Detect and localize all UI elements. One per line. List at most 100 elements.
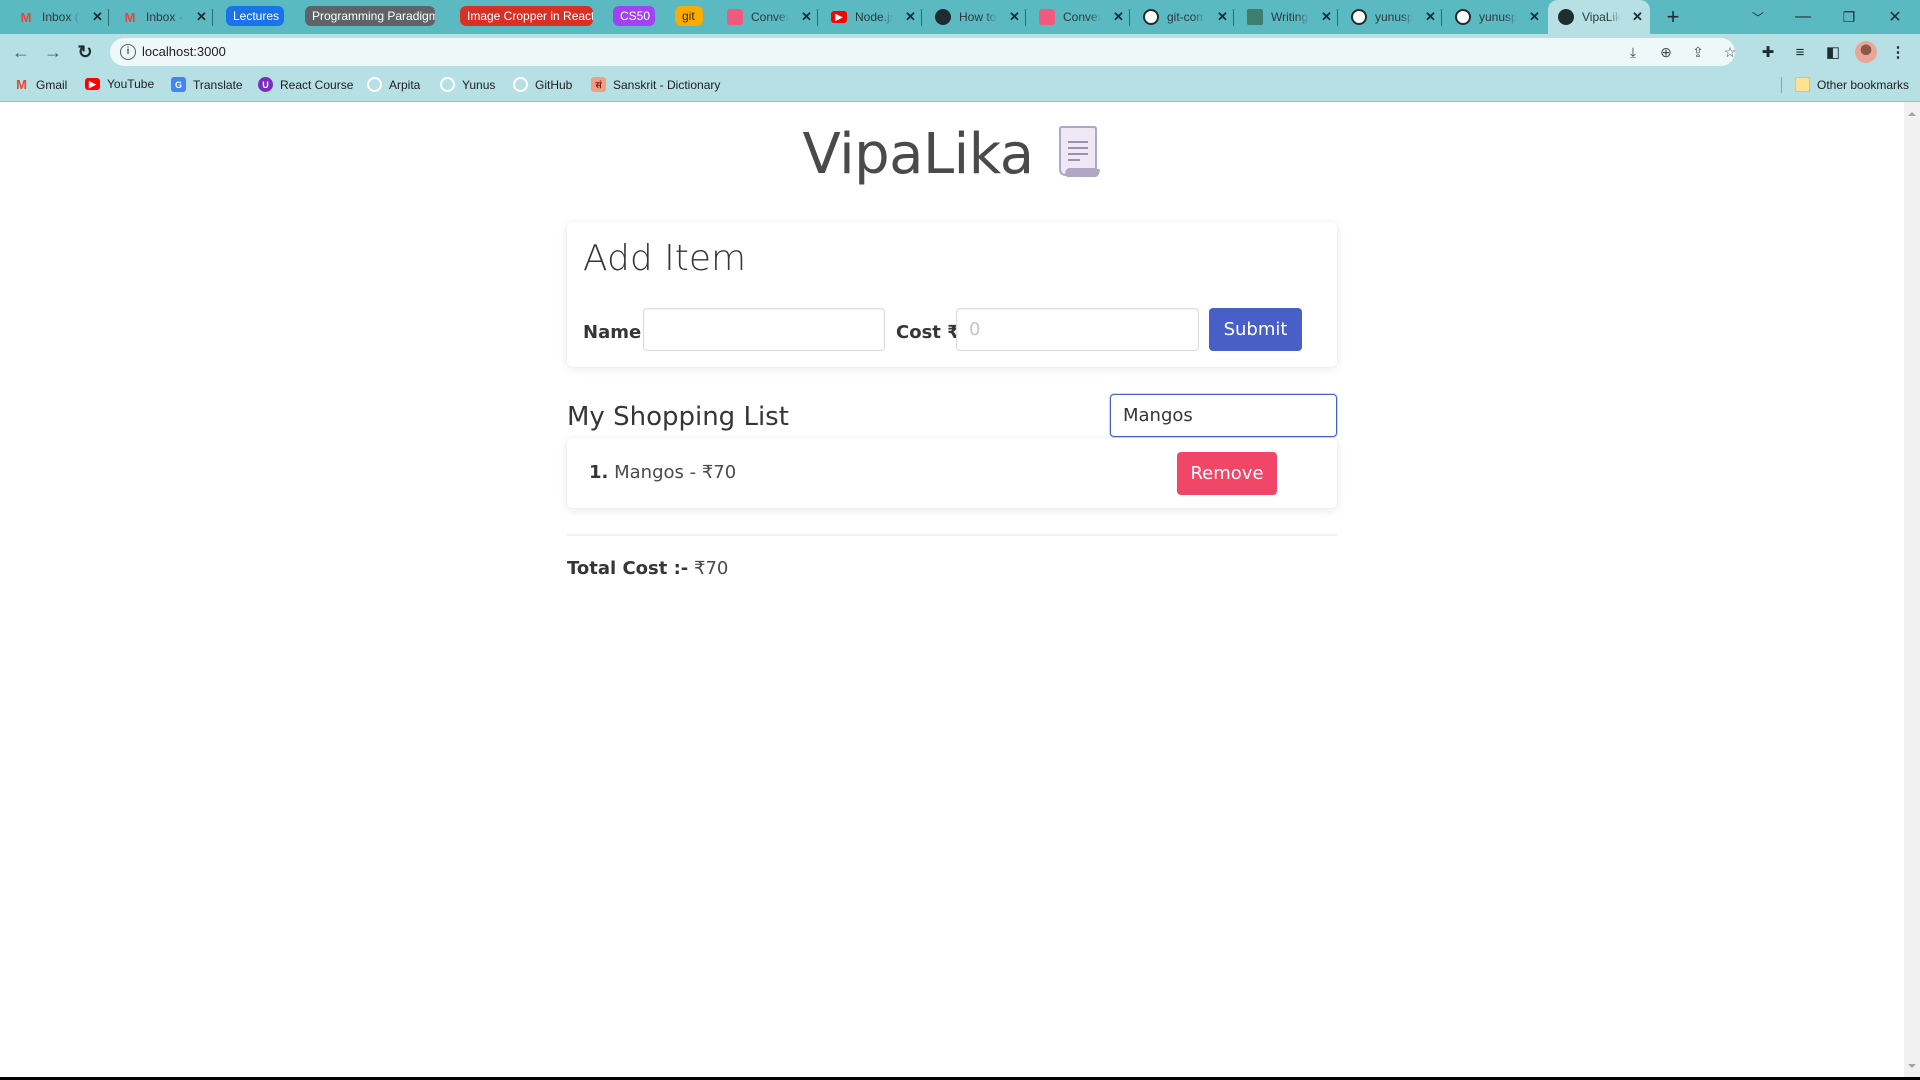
close-tab-icon[interactable]: ✕ <box>196 9 207 25</box>
tab-vipalika-active[interactable]: VipaLika ✕ <box>1548 0 1650 34</box>
tab-conven-2[interactable]: Conven ✕ <box>1039 0 1130 34</box>
close-tab-icon[interactable]: ✕ <box>1632 9 1643 25</box>
name-input[interactable] <box>643 308 885 351</box>
tab-writing[interactable]: Writing ✕ <box>1247 0 1338 34</box>
tab-how-to[interactable]: How to ✕ <box>935 0 1026 34</box>
shopping-list-heading: My Shopping List <box>567 402 789 432</box>
address-toolbar: ← → ↻ i localhost:3000 ⤓ ⊕ ⇪ ☆ ✚ ≡ ◧ ⋮ <box>0 34 1920 69</box>
tab-separator <box>1440 9 1442 26</box>
zoom-icon[interactable]: ⊕ <box>1656 43 1676 61</box>
site-info-icon[interactable]: i <box>120 44 136 60</box>
bookmark-label: GitHub <box>535 77 573 92</box>
bookmark-translate[interactable]: G Translate <box>171 77 243 92</box>
install-app-icon[interactable]: ⤓ <box>1623 43 1643 61</box>
close-tab-icon[interactable]: ✕ <box>1425 9 1436 25</box>
cost-input[interactable] <box>956 308 1199 351</box>
cost-label: Cost ₹ <box>896 322 960 343</box>
restore-button[interactable]: ❐ <box>1826 0 1872 34</box>
tab-group-cs50[interactable]: CS50 <box>613 6 655 26</box>
tab-git-commit[interactable]: git-com ✕ <box>1143 0 1234 34</box>
tab-inbox-1[interactable]: M Inbox (3 ✕ <box>18 0 109 34</box>
bookmarks-separator <box>1781 77 1782 93</box>
tab-inbox-2[interactable]: M Inbox - ✕ <box>122 0 213 34</box>
back-arrow-icon[interactable]: ← <box>10 41 32 63</box>
bookmark-label: React Course <box>280 77 354 92</box>
bookmark-label: Other bookmarks <box>1817 77 1910 92</box>
page-content: VipaLika Add Item Name Cost ₹ Submit My … <box>0 102 1904 1078</box>
bookmark-label: Translate <box>193 77 243 92</box>
tab-search-chevron-icon[interactable]: ﹀ <box>1735 0 1781 34</box>
github-icon <box>1455 9 1471 25</box>
close-tab-icon[interactable]: ✕ <box>1217 9 1228 25</box>
close-tab-icon[interactable]: ✕ <box>1009 9 1020 25</box>
bookmark-youtube[interactable]: ▶ YouTube <box>85 77 154 91</box>
close-window-button[interactable]: ✕ <box>1872 0 1918 34</box>
close-tab-icon[interactable]: ✕ <box>1321 9 1332 25</box>
tab-separator <box>920 9 922 26</box>
url-text[interactable]: localhost:3000 <box>142 44 226 59</box>
tab-separator <box>107 9 109 26</box>
bookmark-react-course[interactable]: U React Course <box>258 77 353 92</box>
close-tab-icon[interactable]: ✕ <box>905 9 916 25</box>
close-tab-icon[interactable]: ✕ <box>1529 9 1540 25</box>
bookmark-gmail[interactable]: M Gmail <box>14 77 67 92</box>
share-icon[interactable]: ⇪ <box>1688 43 1708 61</box>
bookmark-arpita[interactable]: Arpita <box>367 77 420 92</box>
side-panel-icon[interactable]: ◧ <box>1823 42 1843 62</box>
circle-app-icon <box>1039 9 1055 25</box>
close-tab-icon[interactable]: ✕ <box>801 9 812 25</box>
tab-group-lectures[interactable]: Lectures <box>226 6 284 26</box>
tab-separator <box>1024 9 1026 26</box>
tab-yunusp-2[interactable]: yunusp ✕ <box>1455 0 1540 34</box>
folder-icon <box>1795 77 1810 92</box>
new-tab-button[interactable]: + <box>1650 0 1696 34</box>
close-tab-icon[interactable]: ✕ <box>92 9 103 25</box>
tab-group-programming-paradigms[interactable]: Programming Paradigms <box>305 6 435 26</box>
tab-title: VipaLika <box>1582 10 1620 24</box>
translate-icon: G <box>171 77 186 92</box>
bookmark-sanskrit-dictionary[interactable]: सं Sanskrit - Dictionary <box>591 77 720 92</box>
bookmark-yunus[interactable]: Yunus <box>440 77 495 92</box>
tab-yunusp-1[interactable]: yunusp ✕ <box>1351 0 1442 34</box>
bookmark-label: Sanskrit - Dictionary <box>613 77 721 92</box>
app-header: VipaLika <box>0 122 1904 187</box>
tab-nodejs[interactable]: ▶ Node.js ✕ <box>831 0 922 34</box>
search-input[interactable] <box>1110 394 1337 437</box>
bookmark-github[interactable]: GitHub <box>513 77 572 92</box>
scroll-document-icon <box>1056 125 1102 179</box>
tab-title: Inbox (3 <box>42 10 80 24</box>
other-bookmarks[interactable]: Other bookmarks <box>1795 77 1909 92</box>
media-controls-icon[interactable]: ≡ <box>1790 42 1810 62</box>
tab-title: yunusp <box>1375 10 1413 24</box>
course-icon: U <box>258 77 273 92</box>
remove-button[interactable]: Remove <box>1177 452 1277 495</box>
bookmark-label: Gmail <box>36 77 68 92</box>
extensions-puzzle-icon[interactable]: ✚ <box>1758 42 1778 62</box>
tab-separator <box>1232 9 1234 26</box>
bookmark-label: YouTube <box>107 77 155 91</box>
vertical-scrollbar[interactable] <box>1904 102 1920 1078</box>
scroll-up-arrow-icon[interactable] <box>1908 112 1916 116</box>
github-icon <box>513 77 528 92</box>
address-bar[interactable]: i localhost:3000 ⤓ ⊕ ⇪ ☆ <box>110 38 1736 66</box>
app-title: VipaLika <box>802 122 1034 187</box>
forward-arrow-icon[interactable]: → <box>42 41 64 63</box>
tab-group-git[interactable]: git <box>675 6 703 26</box>
tab-separator <box>1336 9 1338 26</box>
profile-avatar[interactable] <box>1855 41 1877 63</box>
reload-icon[interactable]: ↻ <box>74 41 96 63</box>
tab-group-image-cropper[interactable]: Image Cropper in React <box>460 6 593 26</box>
close-tab-icon[interactable]: ✕ <box>1113 9 1124 25</box>
github-icon <box>1351 9 1367 25</box>
scroll-down-arrow-icon[interactable] <box>1908 1064 1916 1068</box>
bookmark-star-icon[interactable]: ☆ <box>1720 43 1740 61</box>
submit-button[interactable]: Submit <box>1209 308 1302 351</box>
total-cost: Total Cost :- ₹70 <box>567 558 728 579</box>
list-item-text: 1. Mangos - ₹70 <box>589 462 736 483</box>
add-item-card: Add Item Name Cost ₹ Submit <box>567 222 1337 367</box>
kebab-menu-icon[interactable]: ⋮ <box>1888 42 1908 62</box>
bookmark-label: Yunus <box>462 77 496 92</box>
tab-conven-1[interactable]: Conven ✕ <box>727 0 818 34</box>
list-item: 1. Mangos - ₹70 Remove <box>567 438 1337 508</box>
minimize-button[interactable]: — <box>1780 0 1826 34</box>
